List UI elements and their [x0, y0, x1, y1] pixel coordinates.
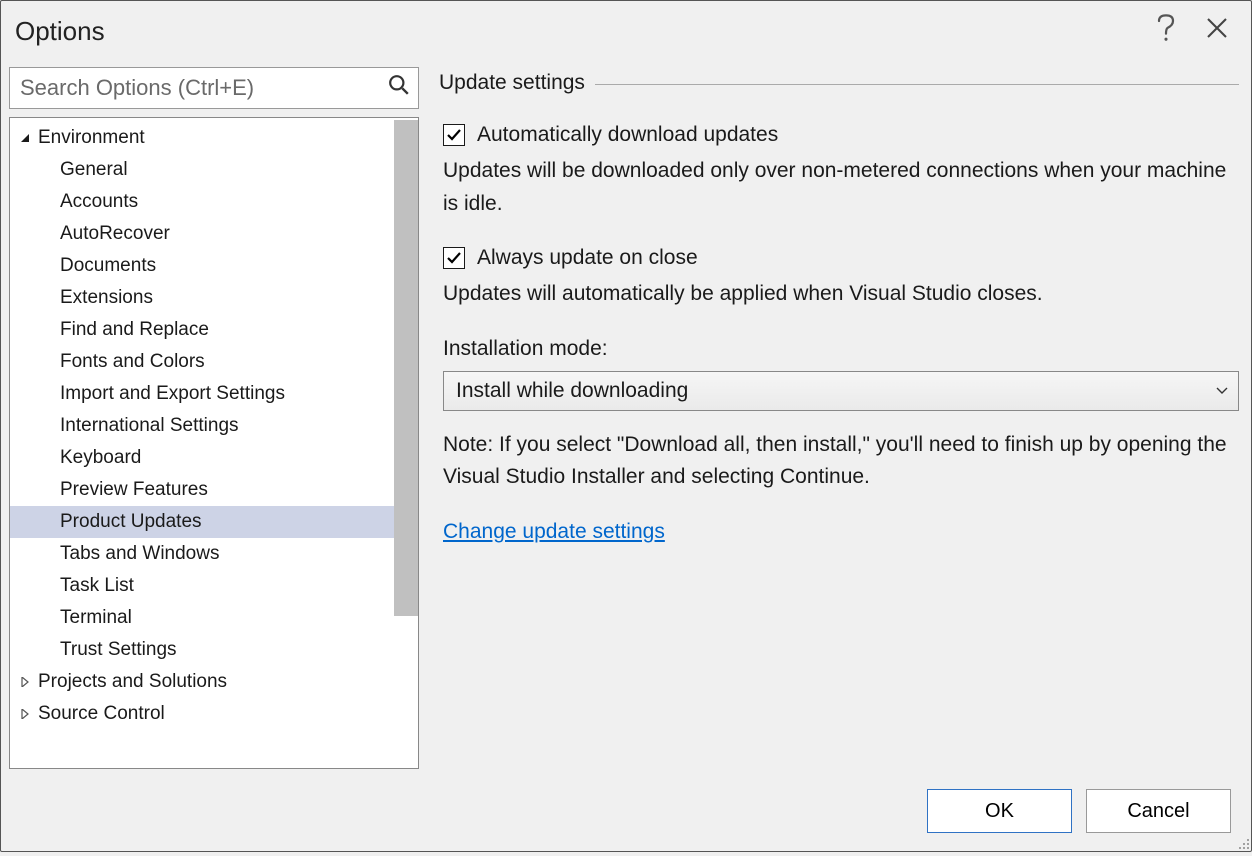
search-box[interactable] [9, 67, 419, 109]
section-title: Update settings [439, 71, 585, 95]
tree-node-general[interactable]: General [10, 154, 418, 186]
titlebar-controls [1157, 14, 1239, 48]
left-column: Environment General Accounts AutoRecover Doc… [9, 67, 419, 769]
tree-node-label: Accounts [60, 191, 138, 213]
tree-node-preview-features[interactable]: Preview Features [10, 474, 418, 506]
tree-node-label: Tabs and Windows [60, 543, 219, 565]
update-on-close-desc: Updates will automatically be applied wh… [443, 278, 1239, 311]
update-on-close-row: Always update on close [443, 246, 1239, 270]
tree-node-label: Source Control [38, 703, 165, 725]
tree-node-product-updates[interactable]: Product Updates [10, 506, 418, 538]
settings-panel: Update settings Automatically download u… [439, 67, 1239, 769]
cancel-button[interactable]: Cancel [1086, 789, 1231, 833]
tree-node-label: Keyboard [60, 447, 141, 469]
tree-node-environment[interactable]: Environment [10, 122, 418, 154]
tree-node-label: Product Updates [60, 511, 202, 533]
tree-node-label: Import and Export Settings [60, 383, 285, 405]
update-on-close-label: Always update on close [477, 246, 698, 270]
auto-download-desc: Updates will be downloaded only over non… [443, 155, 1239, 220]
dialog-footer: OK Cancel [1, 777, 1251, 851]
auto-download-row: Automatically download updates [443, 123, 1239, 147]
window-title: Options [13, 16, 105, 47]
tree-scrollbar[interactable] [394, 120, 418, 616]
chevron-down-icon [1216, 383, 1228, 398]
auto-download-checkbox[interactable] [443, 124, 465, 146]
tree-node-extensions[interactable]: Extensions [10, 282, 418, 314]
options-dialog: Options Environment General Accounts AutoRe… [0, 0, 1252, 852]
category-tree: Environment General Accounts AutoRecover Doc… [9, 117, 419, 769]
tree-node-label: International Settings [60, 415, 239, 437]
ok-button[interactable]: OK [927, 789, 1072, 833]
auto-download-label: Automatically download updates [477, 123, 778, 147]
tree-node-source-control[interactable]: Source Control [10, 698, 418, 730]
install-mode-selected: Install while downloading [456, 379, 688, 403]
change-update-settings-link[interactable]: Change update settings [443, 520, 665, 544]
tree-node-label: Documents [60, 255, 156, 277]
tree-node-autorecover[interactable]: AutoRecover [10, 218, 418, 250]
tree-node-label: Terminal [60, 607, 132, 629]
tree-node-terminal[interactable]: Terminal [10, 602, 418, 634]
close-icon[interactable] [1205, 16, 1229, 46]
section-divider [595, 84, 1239, 85]
resize-grip-icon[interactable] [1234, 834, 1250, 850]
tree-node-label: General [60, 159, 128, 181]
content-area: Environment General Accounts AutoRecover Doc… [1, 57, 1251, 777]
tree-node-keyboard[interactable]: Keyboard [10, 442, 418, 474]
triangle-down-icon[interactable] [16, 133, 34, 143]
help-icon[interactable] [1157, 14, 1175, 48]
tree-node-label: Fonts and Colors [60, 351, 205, 373]
triangle-right-icon[interactable] [16, 677, 34, 687]
tree-node-task-list[interactable]: Task List [10, 570, 418, 602]
tree-node-label: Extensions [60, 287, 153, 309]
tree-node-label: AutoRecover [60, 223, 170, 245]
tree-node-label: Projects and Solutions [38, 671, 227, 693]
triangle-right-icon[interactable] [16, 709, 34, 719]
tree-node-label: Trust Settings [60, 639, 177, 661]
tree-node-label: Preview Features [60, 479, 208, 501]
tree-node-documents[interactable]: Documents [10, 250, 418, 282]
search-icon[interactable] [388, 74, 410, 102]
tree-node-label: Task List [60, 575, 134, 597]
tree-node-fonts-and-colors[interactable]: Fonts and Colors [10, 346, 418, 378]
tree-node-tabs-and-windows[interactable]: Tabs and Windows [10, 538, 418, 570]
tree-node-find-and-replace[interactable]: Find and Replace [10, 314, 418, 346]
tree-node-accounts[interactable]: Accounts [10, 186, 418, 218]
tree-node-projects-and-solutions[interactable]: Projects and Solutions [10, 666, 418, 698]
update-on-close-checkbox[interactable] [443, 247, 465, 269]
install-mode-label: Installation mode: [443, 337, 1239, 361]
install-mode-combo[interactable]: Install while downloading [443, 371, 1239, 411]
search-input[interactable] [10, 68, 418, 108]
tree-node-label: Find and Replace [60, 319, 209, 341]
tree-node-import-and-export-settings[interactable]: Import and Export Settings [10, 378, 418, 410]
section-header: Update settings [439, 71, 1239, 95]
settings-body: Automatically download updates Updates w… [439, 123, 1239, 544]
titlebar: Options [1, 1, 1251, 57]
tree-viewport[interactable]: Environment General Accounts AutoRecover Doc… [10, 118, 418, 768]
tree-node-label: Environment [38, 127, 145, 149]
tree-node-international-settings[interactable]: International Settings [10, 410, 418, 442]
install-mode-note: Note: If you select "Download all, then … [443, 429, 1239, 494]
tree-node-trust-settings[interactable]: Trust Settings [10, 634, 418, 666]
